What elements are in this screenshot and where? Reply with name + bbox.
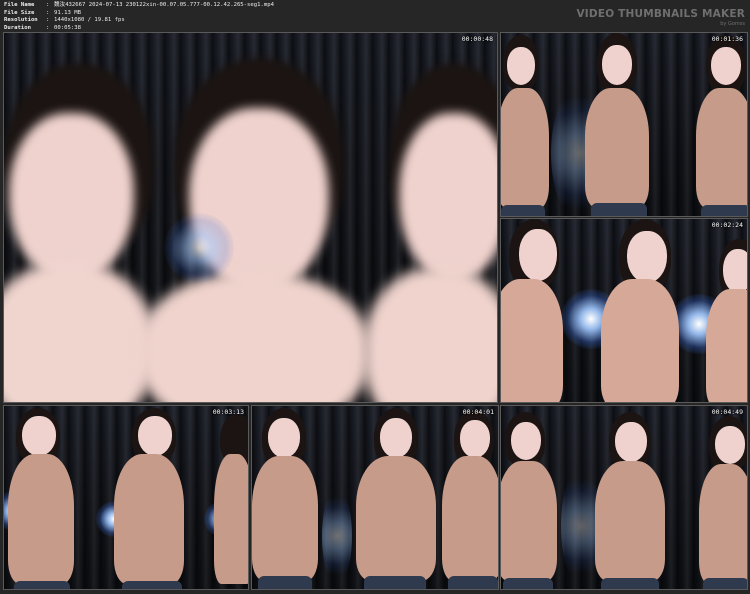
meta-label: File Size: [4, 9, 35, 16]
meta-label: Resolution: [4, 17, 38, 24]
thumbnail-1[interactable]: 00:00:48: [3, 32, 498, 403]
thumbnail-image: [4, 33, 497, 402]
thumbnail-image: [501, 406, 747, 589]
thumbnail-image: [501, 33, 747, 216]
thumbnail-timestamp: 00:00:48: [461, 35, 493, 43]
thumbnail-4[interactable]: 00:03:13: [3, 405, 249, 590]
brand-watermark: VIDEO THUMBNAILS MAKER by Gomss: [576, 8, 745, 27]
meta-row-file-size: File Size: 91.13 MB: [4, 9, 81, 16]
brand-subtitle: by Gomss: [720, 21, 745, 27]
thumbnail-image: [4, 406, 248, 589]
meta-row-file-name: File Name: 魏汝432667 2024-07-13 230122xin…: [4, 2, 274, 8]
thumbnail-timestamp: 00:03:13: [212, 408, 244, 416]
thumbnail-image: [252, 406, 498, 589]
file-metadata: File Name: 魏汝432667 2024-07-13 230122xin…: [4, 2, 274, 32]
thumbnail-3[interactable]: 00:02:24: [500, 218, 748, 403]
meta-value: 1440x1080 / 19.81 fps: [54, 17, 125, 24]
meta-row-resolution: Resolution: 1440x1080 / 19.81 fps: [4, 17, 125, 24]
thumbnail-timestamp: 00:04:01: [462, 408, 494, 416]
thumbnail-timestamp: 00:04:49: [711, 408, 743, 416]
thumbnail-image: [501, 219, 747, 402]
thumbnail-5[interactable]: 00:04:01: [251, 405, 499, 590]
thumbnail-timestamp: 00:01:36: [711, 35, 743, 43]
meta-label: File Name: [4, 2, 35, 8]
info-header: File Name: 魏汝432667 2024-07-13 230122xin…: [0, 0, 750, 32]
meta-value: 91.13 MB: [54, 9, 81, 16]
brand-name: VIDEO THUMBNAILS MAKER: [576, 8, 745, 20]
thumbnail-2[interactable]: 00:01:36: [500, 32, 748, 217]
thumbnail-timestamp: 00:02:24: [711, 221, 743, 229]
meta-value: 魏汝432667 2024-07-13 230122xin-00.07.05.7…: [54, 2, 274, 8]
thumbnail-6[interactable]: 00:04:49: [500, 405, 748, 590]
